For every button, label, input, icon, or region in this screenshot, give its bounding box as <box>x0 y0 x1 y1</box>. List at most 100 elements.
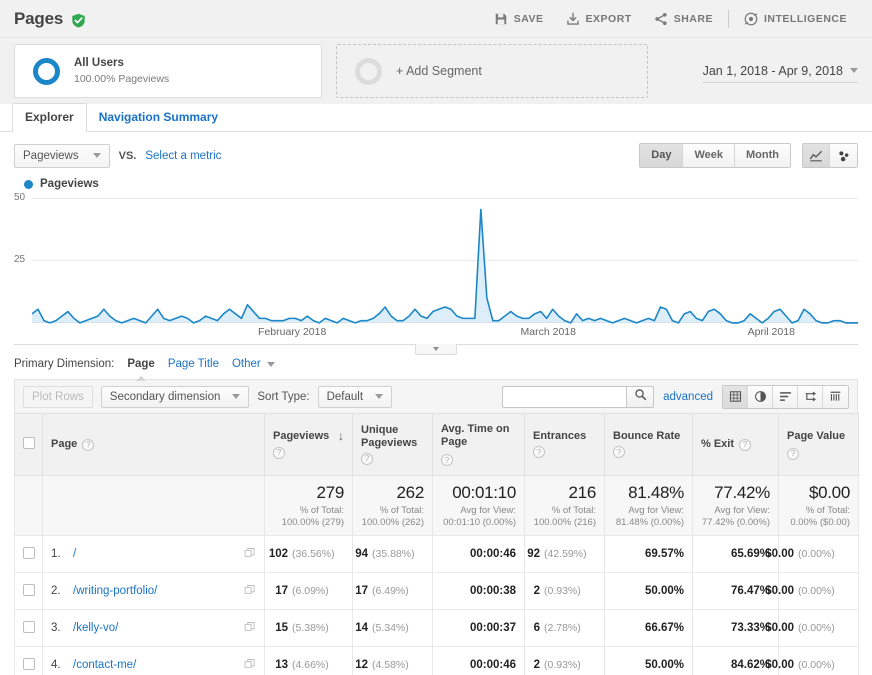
column-avg-time-on-page[interactable]: Avg. Time on Page ? <box>432 413 525 476</box>
column-percent-exit[interactable]: % Exit ? <box>692 413 779 476</box>
row-checkbox[interactable] <box>23 657 35 670</box>
open-page-icon[interactable] <box>244 621 256 636</box>
summary-value: 262 <box>396 482 425 502</box>
chevron-down-icon <box>433 347 439 351</box>
intelligence-icon <box>744 12 758 26</box>
add-segment-button[interactable]: + Add Segment <box>336 44 648 98</box>
primary-dimension-page-title[interactable]: Page Title <box>168 358 219 370</box>
save-icon <box>494 12 508 26</box>
search-button[interactable] <box>626 385 655 408</box>
row-index: 4. <box>51 659 61 671</box>
row-checkbox-cell <box>14 572 43 610</box>
help-icon[interactable]: ? <box>361 452 373 465</box>
column-page[interactable]: Page ? <box>42 413 265 476</box>
table-view-icon[interactable] <box>723 385 748 408</box>
column-bounce-rate[interactable]: Bounce Rate ? <box>604 413 693 476</box>
advanced-link[interactable]: advanced <box>663 391 713 403</box>
row-checkbox[interactable] <box>23 620 35 633</box>
table-row[interactable]: 4. /contact-me/13 (4.66%) 12 (4.58%) 00:00:46… <box>14 646 859 675</box>
tab-navigation-summary[interactable]: Navigation Summary <box>87 104 230 131</box>
table-body: 279% of Total: 100.00% (279) 262% of Total… <box>14 475 859 675</box>
open-page-icon[interactable] <box>244 658 256 673</box>
open-page-icon[interactable] <box>244 547 256 562</box>
help-icon[interactable]: ? <box>82 438 95 451</box>
segment-all-users[interactable]: All Users 100.00% Pageviews <box>14 44 322 98</box>
granularity-month[interactable]: Month <box>735 144 790 167</box>
primary-dimension-page[interactable]: Page <box>127 358 155 370</box>
intelligence-button[interactable]: INTELLIGENCE <box>733 6 858 32</box>
table-row[interactable]: 3. /kelly-vo/15 (5.38%) 14 (5.34%) 00:00:37 6 (… <box>14 609 859 647</box>
row-unique-value: 12 <box>355 659 368 671</box>
chevron-down-icon <box>92 153 101 158</box>
help-icon[interactable]: ? <box>441 454 453 466</box>
summary-cell: $0.00% of Total: 0.00% ($0.00) <box>778 475 859 536</box>
row-page-link[interactable]: /writing-portfolio/ <box>73 585 157 597</box>
secondary-dimension-button[interactable]: Secondary dimension <box>100 385 250 408</box>
select-a-metric-link[interactable]: Select a metric <box>145 150 221 162</box>
row-checkbox[interactable] <box>23 583 35 596</box>
row-unique-pct: (4.58%) <box>372 659 409 671</box>
share-button[interactable]: SHARE <box>643 6 724 32</box>
row-bounce-rate: 50.00% <box>604 646 693 675</box>
segment-donut-icon <box>33 57 60 85</box>
summary-blank-check <box>14 475 43 536</box>
row-page-link[interactable]: / <box>73 548 76 560</box>
chart-collapse-handle[interactable] <box>415 344 457 355</box>
row-page-link[interactable]: /contact-me/ <box>73 659 136 671</box>
column-percent-exit-label: % Exit <box>701 438 735 450</box>
column-entrances[interactable]: Entrances ? <box>524 413 605 476</box>
sort-type-select[interactable]: Default <box>317 385 393 408</box>
granularity-day[interactable]: Day <box>640 144 684 167</box>
search-input[interactable] <box>502 385 627 408</box>
secondary-dimension-label: Secondary dimension <box>109 390 221 403</box>
row-unique-value: 17 <box>355 585 368 597</box>
help-icon[interactable]: ? <box>787 447 799 460</box>
help-icon[interactable]: ? <box>533 446 545 459</box>
row-index: 3. <box>51 622 61 634</box>
help-icon[interactable]: ? <box>613 446 625 459</box>
save-button[interactable]: SAVE <box>483 6 555 32</box>
row-avg-time: 00:00:46 <box>432 646 525 675</box>
row-unique-pct: (6.49%) <box>372 585 409 597</box>
column-avg-time-on-page-label: Avg. Time on Page <box>441 423 510 448</box>
primary-dimension-other-label: Other <box>231 358 261 370</box>
row-pageviews: 13 (4.66%) <box>264 646 353 675</box>
metric-row: Pageviews VS. Select a metric Day Week M… <box>0 132 872 176</box>
line-chart-icon[interactable] <box>803 144 830 167</box>
pie-view-icon[interactable] <box>748 385 773 408</box>
primary-dimension-other[interactable]: Other <box>232 358 275 370</box>
row-entrances-value: 92 <box>527 548 540 560</box>
column-pageviews[interactable]: Pageviews ↓ ? <box>264 413 353 476</box>
date-range-picker[interactable]: Jan 1, 2018 - Apr 9, 2018 <box>702 64 858 83</box>
performance-view-icon[interactable] <box>773 385 798 408</box>
row-pageviews-value: 17 <box>275 585 288 597</box>
add-segment-donut-icon <box>355 57 382 85</box>
plot-rows-button[interactable]: Plot Rows <box>23 385 93 408</box>
intelligence-label: INTELLIGENCE <box>763 12 847 25</box>
chart-plot-area[interactable]: 50 25 <box>14 192 858 326</box>
help-icon[interactable]: ? <box>273 446 285 459</box>
row-exit-value: 65.69% <box>730 548 770 560</box>
scatter-chart-icon[interactable] <box>830 144 857 167</box>
column-page-value[interactable]: Page Value ? <box>778 413 859 476</box>
comparison-view-icon[interactable] <box>798 385 823 408</box>
row-entrances-value: 2 <box>533 585 540 597</box>
open-page-icon[interactable] <box>244 584 256 599</box>
row-checkbox[interactable] <box>23 546 35 559</box>
table-row[interactable]: 2. /writing-portfolio/17 (6.09%) 17 (6.49%) 0… <box>14 572 859 610</box>
metric-select[interactable]: Pageviews <box>14 143 110 168</box>
column-unique-pageviews[interactable]: Unique Pageviews ? <box>352 413 433 476</box>
row-bounce-rate: 69.57% <box>604 535 693 573</box>
tab-explorer[interactable]: Explorer <box>12 103 87 132</box>
table-row[interactable]: 1. / 102 (36.56%) 94 (35.88%) 00:00:46 92 (42.59… <box>14 535 859 573</box>
granularity-week[interactable]: Week <box>683 144 736 167</box>
row-page-link[interactable]: /kelly-vo/ <box>73 622 118 634</box>
share-label: SHARE <box>673 12 713 25</box>
select-all-checkbox[interactable] <box>22 436 35 449</box>
row-entrances-pct: (42.59%) <box>544 548 587 560</box>
summary-value: 00:01:10 <box>452 482 516 502</box>
pivot-view-icon[interactable] <box>823 385 848 408</box>
help-icon[interactable]: ? <box>739 438 752 451</box>
column-page-value-label: Page Value <box>787 429 846 442</box>
export-button[interactable]: EXPORT <box>555 6 643 32</box>
